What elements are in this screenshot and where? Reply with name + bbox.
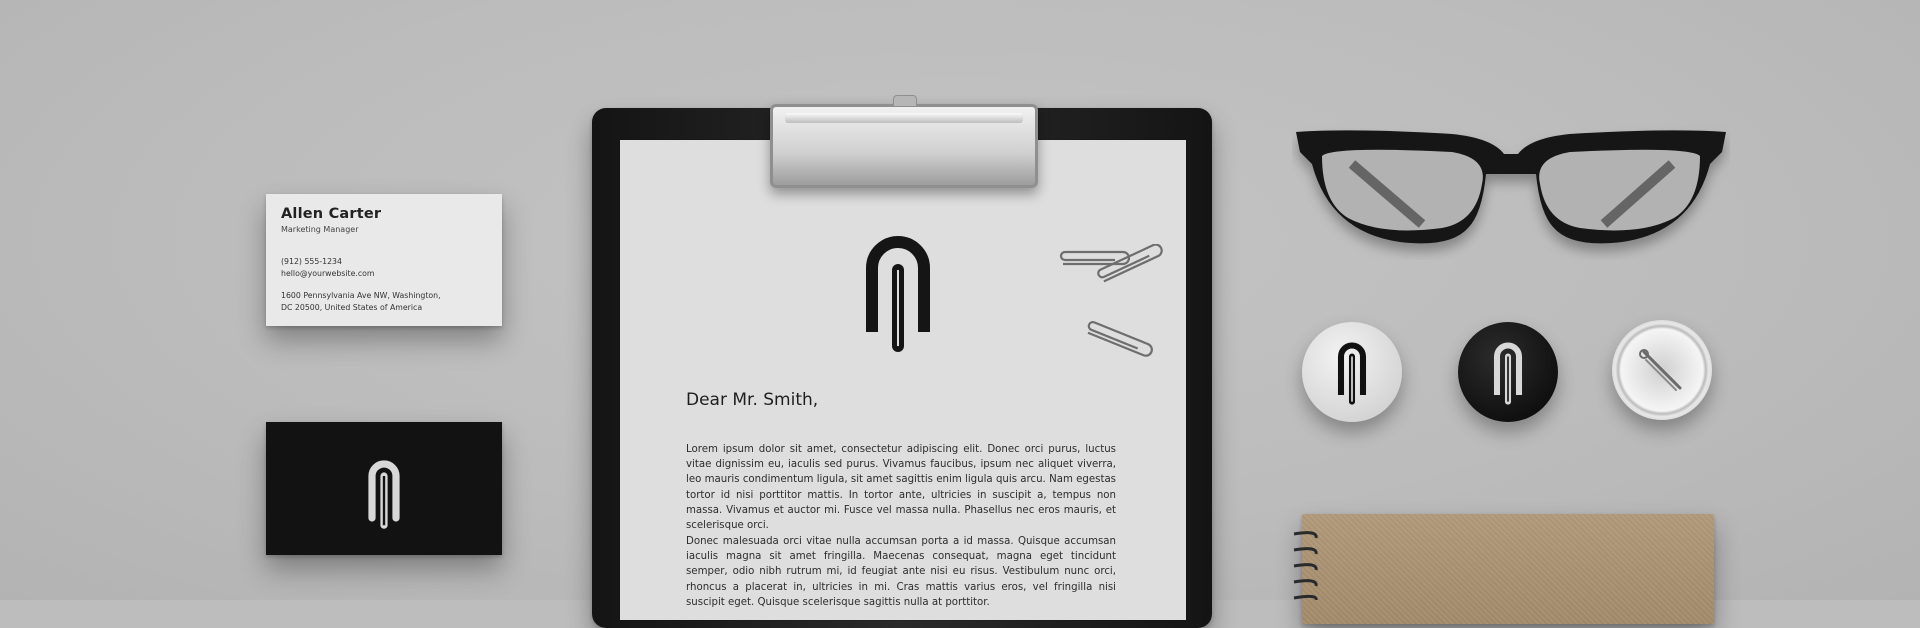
badge-black	[1458, 322, 1558, 422]
card-address-line2: DC 20500, United States of America	[281, 303, 423, 312]
business-card-front: Allen Carter Marketing Manager (912) 555…	[266, 194, 502, 326]
card-phone: (912) 555-1234	[281, 257, 342, 266]
safety-pin-icon	[1639, 349, 1682, 391]
paperclip-logo-icon	[1337, 342, 1367, 405]
spiral-binding-icon	[1293, 531, 1318, 600]
glasses-icon	[1296, 130, 1726, 244]
letter-salutation: Dear Mr. Smith,	[686, 390, 819, 410]
paperclip-icon	[1059, 244, 1163, 357]
clip-rivet	[893, 95, 917, 107]
letter-paragraph-1: Lorem ipsum dolor sit amet, consectetur …	[686, 444, 1116, 532]
paperclip-logo-icon	[368, 460, 400, 529]
clipboard-clip	[770, 95, 1038, 188]
kraft-notebook	[1302, 514, 1714, 624]
badge-white	[1302, 322, 1402, 422]
stationery-mockup-scene: Allen Carter Marketing Manager (912) 555…	[0, 0, 1920, 628]
paperclip-logo-icon	[1493, 342, 1523, 405]
paperclip-logo-icon	[866, 236, 930, 352]
card-name: Allen Carter	[281, 206, 382, 222]
business-card-back	[266, 422, 502, 555]
card-email: hello@yourwebsite.com	[281, 269, 375, 278]
letter-paragraph-2: Donec malesuada orci vitae nulla accumsa…	[686, 536, 1116, 608]
card-title: Marketing Manager	[281, 225, 359, 234]
badge-back	[1612, 320, 1712, 420]
clip-bar	[785, 113, 1023, 123]
card-address-line1: 1600 Pennsylvania Ave NW, Washington,	[281, 291, 441, 300]
